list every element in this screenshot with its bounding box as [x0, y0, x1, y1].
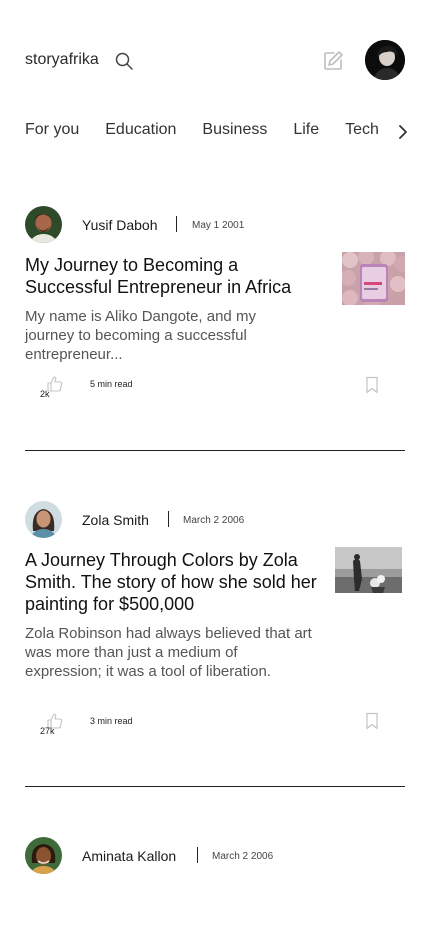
read-time: 5 min read [90, 379, 133, 389]
chevron-right-icon[interactable] [396, 124, 410, 140]
tab-education[interactable]: Education [105, 121, 176, 139]
like-count: 27k [40, 726, 55, 736]
separator [176, 216, 177, 232]
read-time: 3 min read [90, 716, 133, 726]
search-icon[interactable] [114, 51, 134, 71]
post-excerpt[interactable]: Zola Robinson had always believed that a… [25, 624, 315, 681]
divider [25, 450, 405, 451]
post-excerpt[interactable]: My name is Aliko Dangote, and my journey… [25, 307, 305, 364]
tab-for-you[interactable]: For you [25, 121, 79, 139]
like-count: 2k [40, 389, 50, 399]
edit-icon[interactable] [321, 49, 345, 73]
author-row: Aminata Kallon March 2 2006 [25, 837, 405, 875]
post-card[interactable]: Zola Smith March 2 2006 A Journey Throug… [25, 501, 405, 741]
author-avatar[interactable] [25, 501, 62, 538]
separator [197, 847, 198, 863]
top-bar: storyafrika [0, 0, 430, 110]
bookmark-icon[interactable] [365, 376, 379, 394]
post-card[interactable]: Aminata Kallon March 2 2006 [25, 837, 405, 897]
tab-tech[interactable]: Tech [345, 121, 379, 139]
tab-business[interactable]: Business [202, 121, 267, 139]
post-card[interactable]: Yusif Daboh May 1 2001 My Journey to Bec… [25, 206, 405, 406]
brand-logo[interactable]: storyafrika [25, 51, 99, 69]
post-thumbnail[interactable] [342, 252, 405, 305]
post-date: March 2 2006 [183, 515, 245, 526]
author-row: Zola Smith March 2 2006 [25, 501, 405, 539]
author-name[interactable]: Yusif Daboh [82, 217, 158, 233]
post-thumbnail[interactable] [335, 547, 402, 593]
divider [25, 786, 405, 787]
author-row: Yusif Daboh May 1 2001 [25, 206, 405, 244]
post-title[interactable]: My Journey to Becoming a Successful Entr… [25, 254, 320, 298]
post-date: March 2 2006 [212, 851, 274, 862]
author-avatar[interactable] [25, 206, 62, 243]
separator [168, 511, 169, 527]
author-name[interactable]: Zola Smith [82, 512, 149, 528]
tab-life[interactable]: Life [293, 121, 319, 139]
user-avatar[interactable] [365, 40, 405, 80]
post-date: May 1 2001 [192, 220, 245, 231]
bookmark-icon[interactable] [365, 712, 379, 730]
post-title[interactable]: A Journey Through Colors by Zola Smith. … [25, 549, 320, 615]
author-avatar[interactable] [25, 837, 62, 874]
author-name[interactable]: Aminata Kallon [82, 848, 176, 864]
category-tabs: For you Education Business Life Tech [25, 121, 405, 143]
